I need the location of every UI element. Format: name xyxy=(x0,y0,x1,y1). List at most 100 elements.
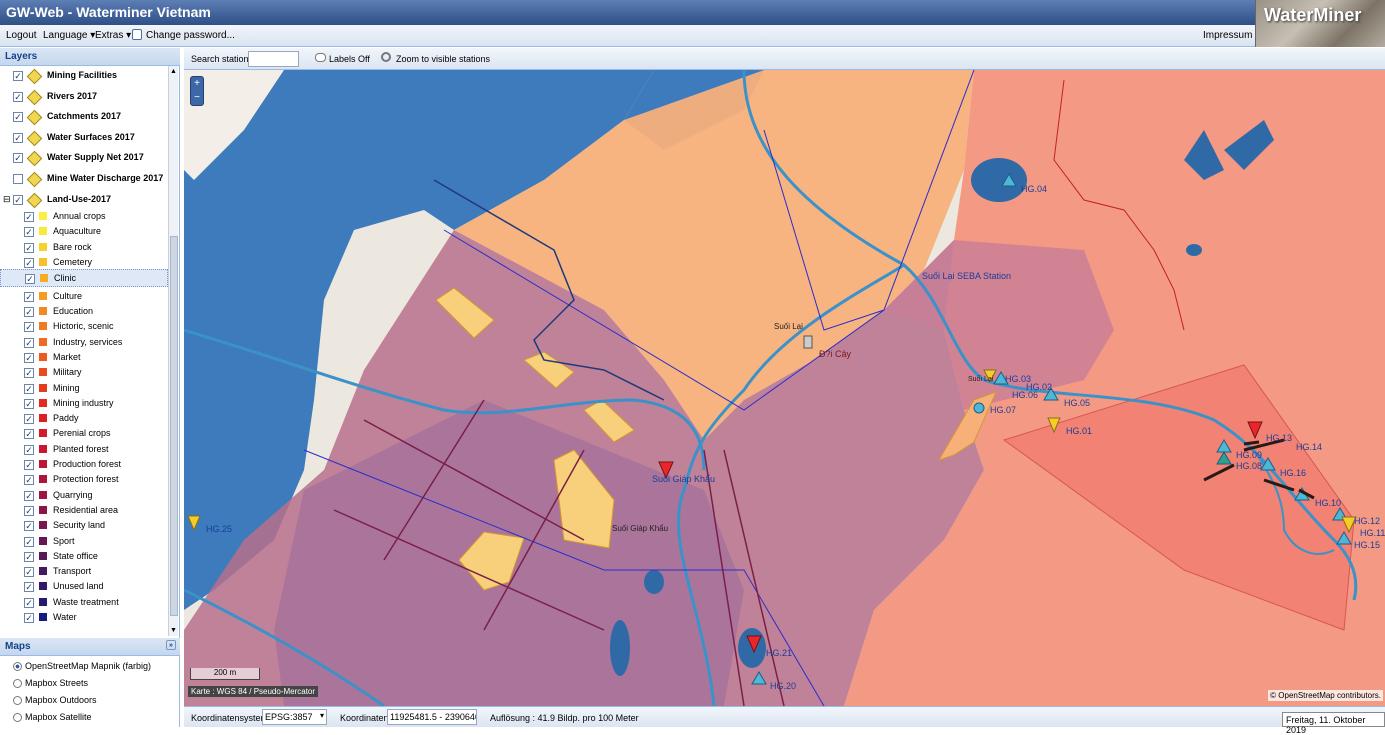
logout-button[interactable]: Logout xyxy=(6,30,37,41)
layer-group-row[interactable]: ⊟ ✓ Land-Use-2017 xyxy=(0,191,168,209)
layer-checkbox[interactable]: ✓ xyxy=(13,112,23,123)
layer-checkbox[interactable]: ✓ xyxy=(24,383,34,394)
layer-group-row[interactable]: ✓ Mining Facilities xyxy=(0,67,168,85)
crs-select[interactable]: EPSG:3857 ▾ xyxy=(262,709,327,725)
layer-checkbox[interactable]: ✓ xyxy=(24,352,34,363)
layer-checkbox[interactable]: ✓ xyxy=(24,291,34,302)
layer-group-row[interactable]: ✓ Water Surfaces 2017 xyxy=(0,129,168,147)
layer-checkbox[interactable] xyxy=(13,174,23,184)
station-label[interactable]: HG.01 xyxy=(1066,426,1092,436)
layer-checkbox[interactable]: ✓ xyxy=(13,71,23,81)
layer-checkbox[interactable]: ✓ xyxy=(24,429,34,440)
layer-checkbox[interactable]: ✓ xyxy=(24,414,34,425)
layer-checkbox[interactable]: ✓ xyxy=(24,212,34,222)
layer-checkbox[interactable]: ✓ xyxy=(24,368,34,379)
search-station-input[interactable] xyxy=(248,51,299,67)
crs-value: EPSG:3857 xyxy=(265,712,313,722)
projection-label: Karte : WGS 84 / Pseudo-Mercator xyxy=(188,686,319,697)
attribution[interactable]: © OpenStreetMap contributors. xyxy=(1268,690,1383,701)
station-label[interactable]: HG.07 xyxy=(990,405,1016,415)
basemap-option[interactable]: Mapbox Outdoors xyxy=(0,692,168,710)
layer-checkbox[interactable]: ✓ xyxy=(13,132,23,143)
collapse-tree-icon[interactable]: ⊟ xyxy=(3,194,11,205)
place-label: Suối Giáp Khẩu xyxy=(652,474,716,484)
change-password-button[interactable]: Change password... xyxy=(146,30,235,41)
station-label[interactable]: HG.09 xyxy=(1236,450,1262,460)
collapse-icon[interactable]: » xyxy=(166,640,176,650)
station-label[interactable]: HG.04 xyxy=(1021,184,1047,194)
station-label[interactable]: HG.11 xyxy=(1360,528,1385,538)
landuse-layer-label: Hictoric, scenic xyxy=(53,321,114,332)
landuse-layer-label: Clinic xyxy=(54,273,77,284)
language-menu[interactable]: Language ▾ xyxy=(43,30,95,41)
station-label[interactable]: HG.08 xyxy=(1236,461,1262,471)
landuse-layer-row[interactable]: ✓ Water xyxy=(0,609,168,627)
labels-off-button[interactable]: Labels Off xyxy=(329,54,370,64)
waterminer-logo: WaterMiner xyxy=(1255,0,1385,47)
landuse-color-swatch xyxy=(39,337,47,346)
basemap-label: Mapbox Satellite xyxy=(25,712,92,722)
layer-checkbox[interactable]: ✓ xyxy=(24,227,34,238)
map-view[interactable]: + − HG.04 HG.03 HG.02 HG.06 HG.07 HG.05 … xyxy=(184,70,1385,706)
layer-checkbox[interactable]: ✓ xyxy=(24,490,34,501)
layer-group-row[interactable]: ✓ Rivers 2017 xyxy=(0,88,168,106)
zoom-visible-stations-button[interactable]: Zoom to visible stations xyxy=(396,54,490,64)
basemap-radio[interactable] xyxy=(13,679,22,688)
layer-checkbox[interactable]: ✓ xyxy=(24,337,34,348)
landuse-color-swatch xyxy=(39,398,47,407)
coordinates-field[interactable]: 11925481.5 - 2390646.2 xyxy=(387,709,477,725)
layer-checkbox[interactable]: ✓ xyxy=(24,444,34,455)
layer-checkbox[interactable]: ✓ xyxy=(24,597,34,608)
layer-checkbox[interactable]: ✓ xyxy=(24,475,34,486)
layer-checkbox[interactable]: ✓ xyxy=(13,194,23,205)
layer-checkbox[interactable]: ✓ xyxy=(24,322,34,333)
layer-group-row[interactable]: Mine Water Discharge 2017 xyxy=(0,170,168,188)
station-label[interactable]: HG.20 xyxy=(770,681,796,691)
layer-checkbox[interactable]: ✓ xyxy=(24,257,34,268)
layer-tree-scrollbar[interactable]: ▲ ▼ xyxy=(168,66,178,636)
layer-checkbox[interactable]: ✓ xyxy=(24,242,34,253)
layer-checkbox[interactable]: ✓ xyxy=(24,567,34,578)
station-label[interactable]: HG.10 xyxy=(1315,498,1341,508)
station-label[interactable]: HG.25 xyxy=(206,524,232,534)
basemap-radio[interactable] xyxy=(13,713,22,722)
landuse-layer-row[interactable]: ✓ Clinic xyxy=(0,269,168,288)
extras-menu[interactable]: Extras ▾ xyxy=(95,30,131,41)
basemap-option[interactable]: Mapbox Streets xyxy=(0,675,168,693)
basemap-radio[interactable] xyxy=(13,696,22,705)
station-label[interactable]: HG.21 xyxy=(766,648,792,658)
scrollbar-thumb[interactable] xyxy=(170,236,178,616)
zoom-out-button[interactable]: − xyxy=(191,91,203,105)
basemap-radio[interactable] xyxy=(13,662,22,671)
layer-checkbox[interactable]: ✓ xyxy=(24,551,34,562)
layer-checkbox[interactable]: ✓ xyxy=(24,582,34,593)
station-label[interactable]: HG.13 xyxy=(1266,433,1292,443)
layer-checkbox[interactable]: ✓ xyxy=(13,91,23,102)
layer-checkbox[interactable]: ✓ xyxy=(25,274,35,285)
scroll-down-icon[interactable]: ▼ xyxy=(170,627,177,634)
station-label[interactable]: HG.12 xyxy=(1354,516,1380,526)
layer-checkbox[interactable]: ✓ xyxy=(24,613,34,623)
station-label[interactable]: HG.16 xyxy=(1280,468,1306,478)
layer-checkbox[interactable]: ✓ xyxy=(24,460,34,470)
station-label[interactable]: HG.14 xyxy=(1296,442,1322,452)
layer-checkbox[interactable]: ✓ xyxy=(24,521,34,532)
layer-group-row[interactable]: ✓ Water Supply Net 2017 xyxy=(0,149,168,167)
basemap-option[interactable]: Mapbox Satellite xyxy=(0,709,168,727)
station-label[interactable]: HG.06 xyxy=(1012,390,1038,400)
layer-checkbox[interactable]: ✓ xyxy=(24,505,34,516)
layer-checkbox[interactable]: ✓ xyxy=(24,398,34,409)
station-label[interactable]: HG.15 xyxy=(1354,540,1380,550)
landuse-layer-label: Mining xyxy=(53,382,80,393)
landuse-layer-label: Mining industry xyxy=(53,397,114,408)
layer-checkbox[interactable]: ✓ xyxy=(24,536,34,547)
layer-checkbox[interactable]: ✓ xyxy=(13,153,23,164)
layer-group-row[interactable]: ✓ Catchments 2017 xyxy=(0,108,168,126)
map-canvas[interactable] xyxy=(184,70,1385,706)
basemap-option[interactable]: OpenStreetMap Mapnik (farbig) xyxy=(0,658,168,676)
layer-checkbox[interactable]: ✓ xyxy=(24,307,34,317)
impressum-link[interactable]: Impressum xyxy=(1203,30,1252,41)
scroll-up-icon[interactable]: ▲ xyxy=(170,68,177,75)
zoom-in-button[interactable]: + xyxy=(191,77,203,91)
station-label[interactable]: HG.05 xyxy=(1064,398,1090,408)
